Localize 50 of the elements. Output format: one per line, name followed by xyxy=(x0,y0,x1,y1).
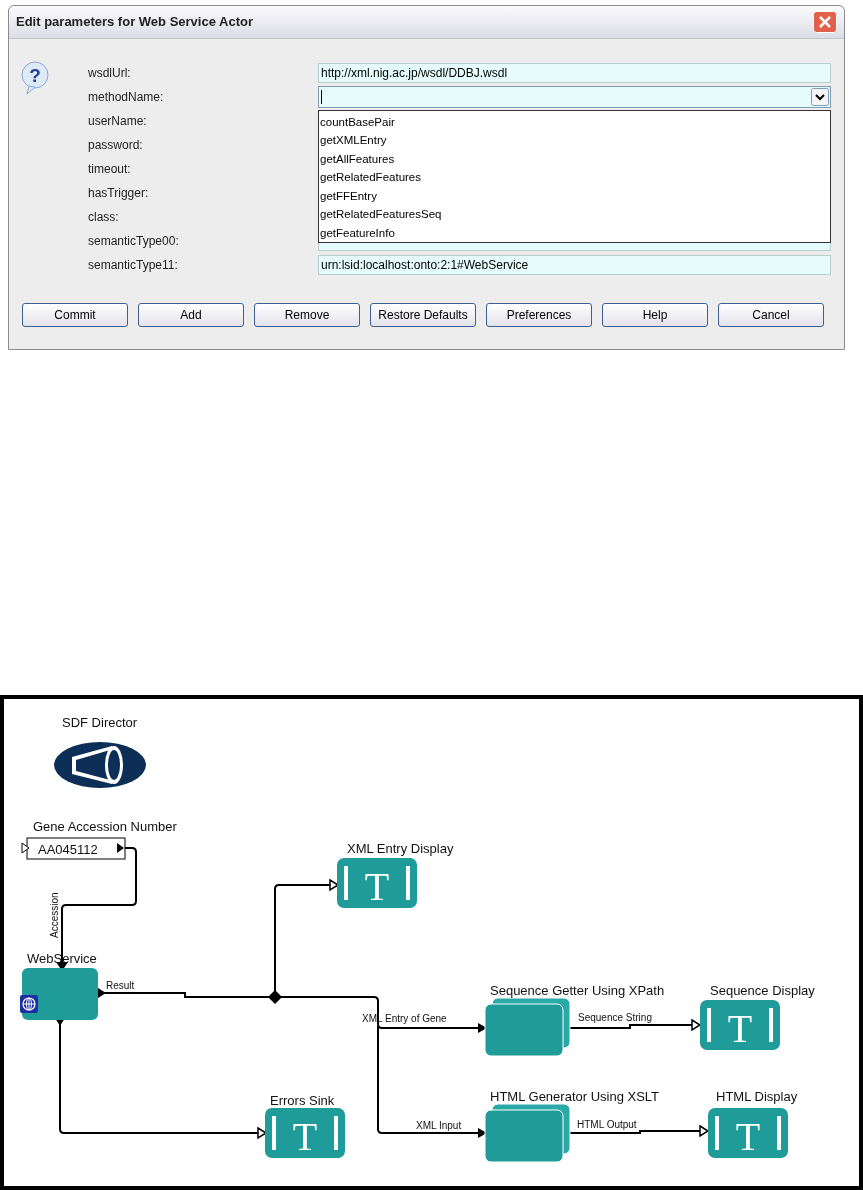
dialog-button[interactable]: Cancel xyxy=(718,303,824,327)
parameter-label: hasTrigger: xyxy=(88,185,150,202)
port-label: Sequence String xyxy=(578,1012,652,1023)
port-label: XML Input xyxy=(416,1120,462,1131)
text-field[interactable]: urn:lsid:localhost:onto:2:1#WebService xyxy=(318,255,831,275)
port-label: Result xyxy=(106,980,135,991)
parameter-value: AA045112 xyxy=(38,842,98,857)
actor-label: Sequence Getter Using XPath xyxy=(490,983,665,998)
dropdown-option[interactable]: getXMLEntry xyxy=(319,131,830,150)
composite-actor-icon[interactable] xyxy=(484,997,571,1057)
dialog-button[interactable]: Remove xyxy=(254,303,360,327)
dialog-button[interactable]: Help xyxy=(602,303,708,327)
dropdown-caret-icon[interactable] xyxy=(811,88,829,106)
actor-label: HTML Generator Using XSLT xyxy=(490,1089,660,1104)
director-label: SDF Director xyxy=(62,715,138,730)
dropdown-option[interactable]: countBasePair xyxy=(319,113,830,132)
dialog-button[interactable]: Restore Defaults xyxy=(370,303,476,327)
port-label: HTML Output xyxy=(577,1119,637,1130)
window-title: Edit parameters for Web Service Actor xyxy=(16,13,253,32)
parameter-label: password: xyxy=(88,137,144,154)
text-cursor xyxy=(321,90,322,104)
dropdown-option[interactable]: getAllFeatures xyxy=(319,149,830,169)
parameter-label: semanticType00: xyxy=(88,233,180,250)
parameter-label: userName: xyxy=(88,113,148,130)
composite-actor-icon[interactable] xyxy=(484,1103,571,1163)
actor-label: HTML Display xyxy=(716,1089,798,1104)
actor-label: Sequence Display xyxy=(710,983,815,998)
output-port-icon xyxy=(117,843,124,853)
actor-label: Errors Sink xyxy=(270,1093,335,1108)
director-icon[interactable] xyxy=(54,742,146,788)
text-field[interactable]: http://xml.nig.ac.jp/wsdl/DDBJ.wsdl xyxy=(318,63,831,83)
dropdown-option[interactable]: getRelatedFeatures xyxy=(319,168,830,187)
parameter-name: Gene Accession Number xyxy=(33,819,177,834)
dialog-button[interactable]: Add xyxy=(138,303,244,327)
parameter-label: timeout: xyxy=(88,161,132,178)
port-label: Accession xyxy=(49,892,60,938)
dialog-button[interactable]: Commit xyxy=(22,303,128,327)
junction-diamond xyxy=(268,990,282,1004)
close-icon[interactable] xyxy=(813,11,837,33)
parameter-label: wsdlUrl: xyxy=(88,65,132,82)
parameter-label: methodName: xyxy=(88,89,165,106)
actor-label: XML Entry Display xyxy=(347,841,454,856)
dialog-button[interactable]: Preferences xyxy=(486,303,592,327)
parameter-label: class: xyxy=(88,209,120,226)
parameter-label: semanticType11: xyxy=(88,257,179,274)
input-port-icon xyxy=(21,842,30,854)
dropdown-option[interactable]: getFFEntry xyxy=(319,186,830,206)
dropdown-option[interactable]: getFeatureInfo xyxy=(319,223,830,242)
web-service-actor-icon[interactable] xyxy=(20,968,98,1020)
dropdown-option[interactable]: getRelatedFeaturesSeq xyxy=(319,205,830,224)
